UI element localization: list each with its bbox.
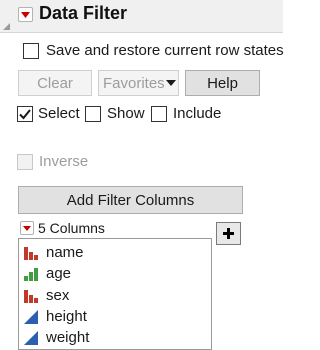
show-label: Show	[107, 105, 145, 122]
nominal-icon	[24, 289, 38, 303]
list-item-height[interactable]: height	[23, 306, 203, 327]
add-column-button[interactable]	[216, 222, 241, 245]
save-restore-checkbox[interactable]	[23, 43, 39, 59]
favorites-label: Favorites	[103, 74, 165, 92]
column-label: weight	[46, 329, 90, 346]
select-checkbox[interactable]	[17, 106, 33, 122]
select-label: Select	[38, 105, 80, 122]
continuous-icon	[24, 309, 38, 324]
plus-icon	[223, 228, 234, 239]
add-filter-columns-button[interactable]: Add Filter Columns	[18, 186, 243, 214]
list-item-name[interactable]: name	[23, 242, 203, 263]
data-filter-header: Data Filter	[0, 0, 283, 33]
columns-red-triangle-icon[interactable]	[20, 221, 34, 235]
include-label: Include	[173, 105, 222, 122]
column-label: age	[46, 265, 72, 282]
show-checkbox[interactable]	[85, 106, 101, 122]
favorites-dropdown[interactable]: Favorites	[98, 70, 179, 96]
chevron-down-icon	[165, 80, 178, 86]
checkmark-icon	[19, 109, 31, 120]
inverse-checkbox[interactable]	[17, 154, 33, 170]
columns-count-label: 5 Columns	[38, 220, 105, 236]
ordinal-icon	[24, 267, 38, 281]
list-item-sex[interactable]: sex	[23, 285, 203, 306]
continuous-icon	[24, 330, 38, 345]
save-restore-label: Save and restore current row states	[46, 42, 284, 59]
column-label: sex	[46, 287, 70, 304]
inverse-label: Inverse	[39, 153, 89, 170]
red-triangle-menu-icon[interactable]	[18, 7, 33, 22]
column-label: height	[46, 308, 87, 325]
list-item-weight[interactable]: weight	[23, 327, 203, 348]
column-list[interactable]: name age sex height weight	[18, 238, 212, 350]
help-button[interactable]: Help	[185, 70, 260, 96]
list-item-age[interactable]: age	[23, 263, 203, 284]
column-label: name	[46, 244, 84, 261]
nominal-icon	[24, 246, 38, 260]
panel-title: Data Filter	[39, 3, 128, 23]
outline-grip-icon[interactable]	[2, 22, 11, 31]
include-checkbox[interactable]	[151, 106, 167, 122]
clear-button[interactable]: Clear	[18, 70, 92, 96]
